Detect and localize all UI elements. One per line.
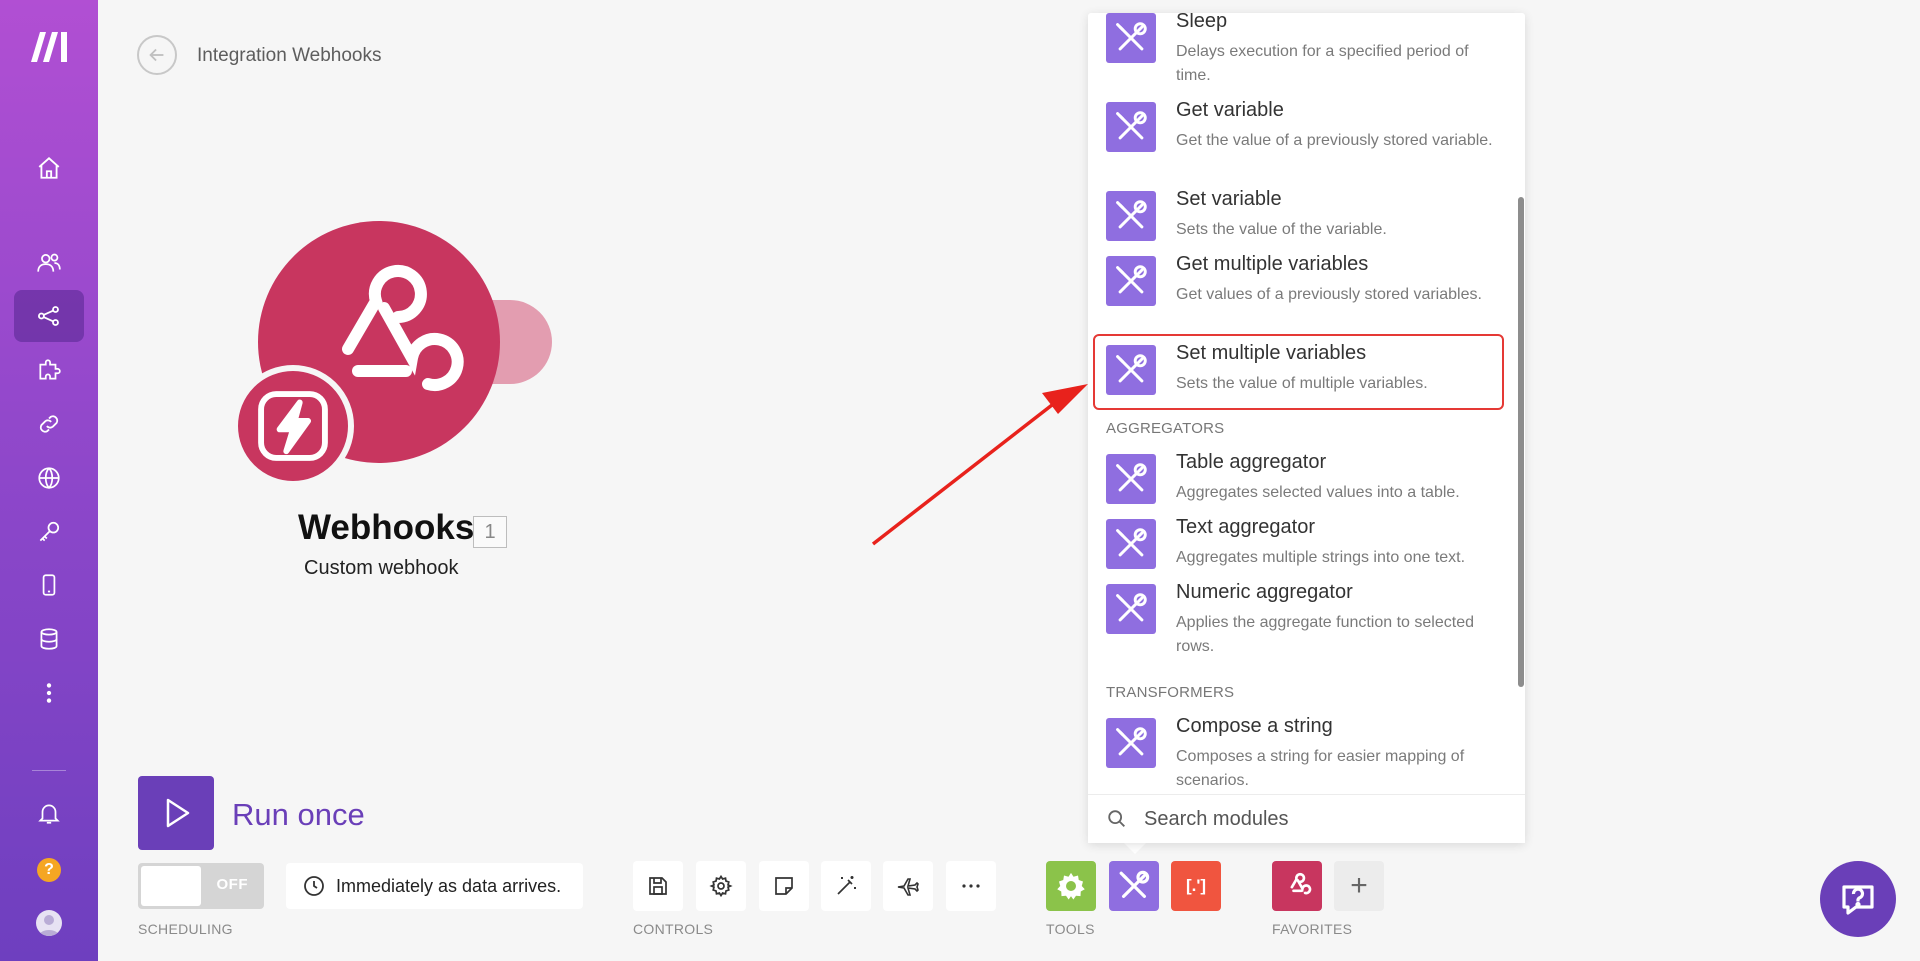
tools-wrench-icon (1106, 256, 1156, 306)
auto-align-button[interactable] (821, 861, 871, 911)
module-item-name: Get multiple variables (1176, 253, 1369, 275)
keys-icon[interactable] (14, 506, 84, 558)
tools-wrench-icon (1106, 584, 1156, 634)
search-icon (1108, 810, 1125, 827)
scheduling-label: SCHEDULING (138, 921, 233, 937)
tools-wrench-icon (1106, 718, 1156, 768)
data-stores-icon[interactable] (14, 613, 84, 665)
gear-icon (709, 874, 733, 898)
module-item-name: Compose a string (1176, 715, 1333, 737)
search-modules-input[interactable] (1144, 807, 1504, 831)
tools-wrench-icon (1119, 870, 1150, 898)
module-item-name: Set variable (1176, 188, 1282, 210)
settings-button[interactable] (696, 861, 746, 911)
scheduling-toggle[interactable]: OFF (138, 863, 264, 909)
schedule-setting[interactable]: Immediately as data arrives. (286, 863, 583, 909)
module-item-description: Aggregates selected values into a table. (1176, 484, 1460, 501)
airplane-icon (897, 878, 919, 896)
sidebar-divider (32, 770, 66, 771)
toggle-knob (141, 866, 201, 906)
lightning-bolt-icon (258, 391, 328, 461)
help-question-icon[interactable]: ? (37, 858, 61, 882)
connections-link-icon[interactable] (14, 398, 84, 450)
module-item-description: Get the value of a previously stored var… (1176, 132, 1493, 149)
module-item-name: Sleep (1176, 13, 1228, 32)
module-item-name: Numeric aggregator (1176, 581, 1353, 603)
tools-wrench-icon (1106, 519, 1156, 569)
sidebar: ? (0, 0, 98, 961)
module-subtitle: Custom webhook (304, 557, 459, 579)
team-icon[interactable] (14, 237, 84, 289)
magic-wand-icon (837, 876, 856, 895)
instant-trigger-badge (232, 365, 354, 487)
scenarios-icon[interactable] (14, 290, 84, 342)
module-list-scrollbar[interactable] (1518, 197, 1524, 687)
back-button[interactable] (137, 35, 177, 75)
arrow-left-icon (149, 48, 164, 62)
add-favorite-button[interactable]: + (1334, 861, 1384, 911)
module-item-name: Table aggregator (1176, 451, 1327, 473)
module-count-badge: 1 (473, 516, 507, 548)
make-logo-icon[interactable] (27, 28, 71, 64)
module-picker-panel: Sleep Delays execution for a specified p… (1088, 13, 1525, 843)
save-icon (649, 877, 667, 895)
tools-caret (1124, 843, 1146, 854)
module-item-description: Get values of a previously stored variab… (1176, 286, 1482, 303)
bracket-icon: [.'] (1185, 876, 1207, 895)
module-item-name: Get variable (1176, 99, 1284, 121)
gear-icon (1057, 872, 1085, 900)
controls-label: CONTROLS (633, 921, 714, 937)
webhooks-globe-icon[interactable] (14, 452, 84, 504)
module-item-description: Sets the value of the variable. (1176, 221, 1387, 238)
play-icon (166, 798, 190, 828)
aggregators-group-label: AGGREGATORS (1106, 420, 1225, 437)
page-title: Integration Webhooks (197, 45, 382, 66)
toggle-state-label: OFF (216, 876, 248, 893)
tools-wrench-icon (1106, 454, 1156, 504)
module-item-name: Text aggregator (1176, 516, 1315, 538)
home-icon[interactable] (14, 142, 84, 194)
notes-button[interactable] (759, 861, 809, 911)
favorites-label: FAVORITES (1272, 921, 1353, 937)
schedule-text: Immediately as data arrives. (336, 875, 562, 896)
devices-icon[interactable] (14, 559, 84, 611)
webhook-icon (1290, 873, 1312, 895)
avatar[interactable] (36, 910, 62, 936)
run-once-button[interactable] (138, 776, 214, 850)
module-item-description: Applies the aggregate function to select… (1176, 614, 1474, 655)
favorite-webhooks-button[interactable] (1272, 861, 1322, 911)
save-button[interactable] (633, 861, 683, 911)
notifications-bell-icon[interactable] (14, 787, 84, 839)
chat-question-icon (1842, 885, 1874, 915)
module-item-description: Delays execution for a specified period … (1176, 43, 1469, 84)
note-icon (775, 877, 793, 895)
tools-flow-control-button[interactable] (1046, 861, 1096, 911)
highlight-box (1093, 334, 1504, 410)
tools-button[interactable] (1109, 861, 1159, 911)
module-item-description: Aggregates multiple strings into one tex… (1176, 549, 1466, 566)
text-parser-button[interactable]: [.'] (1171, 861, 1221, 911)
transformers-group-label: TRANSFORMERS (1106, 684, 1235, 701)
clock-icon (304, 876, 324, 896)
explain-flow-button[interactable] (883, 861, 933, 911)
support-chat-button[interactable] (1820, 861, 1896, 937)
apps-puzzle-icon[interactable] (14, 344, 84, 396)
more-options-button[interactable] (946, 861, 996, 911)
more-vertical-icon[interactable] (14, 667, 84, 719)
plus-icon: + (1350, 869, 1368, 902)
more-horizontal-icon (962, 884, 980, 888)
module-item-description: Composes a string for easier mapping of … (1176, 748, 1465, 789)
tools-wrench-icon (1106, 13, 1156, 63)
run-once-label[interactable]: Run once (232, 797, 365, 833)
search-modules-bar[interactable] (1088, 794, 1525, 843)
tools-label: TOOLS (1046, 921, 1095, 937)
tools-wrench-icon (1106, 102, 1156, 152)
module-name: Webhooks (298, 508, 475, 547)
tools-wrench-icon (1106, 191, 1156, 241)
